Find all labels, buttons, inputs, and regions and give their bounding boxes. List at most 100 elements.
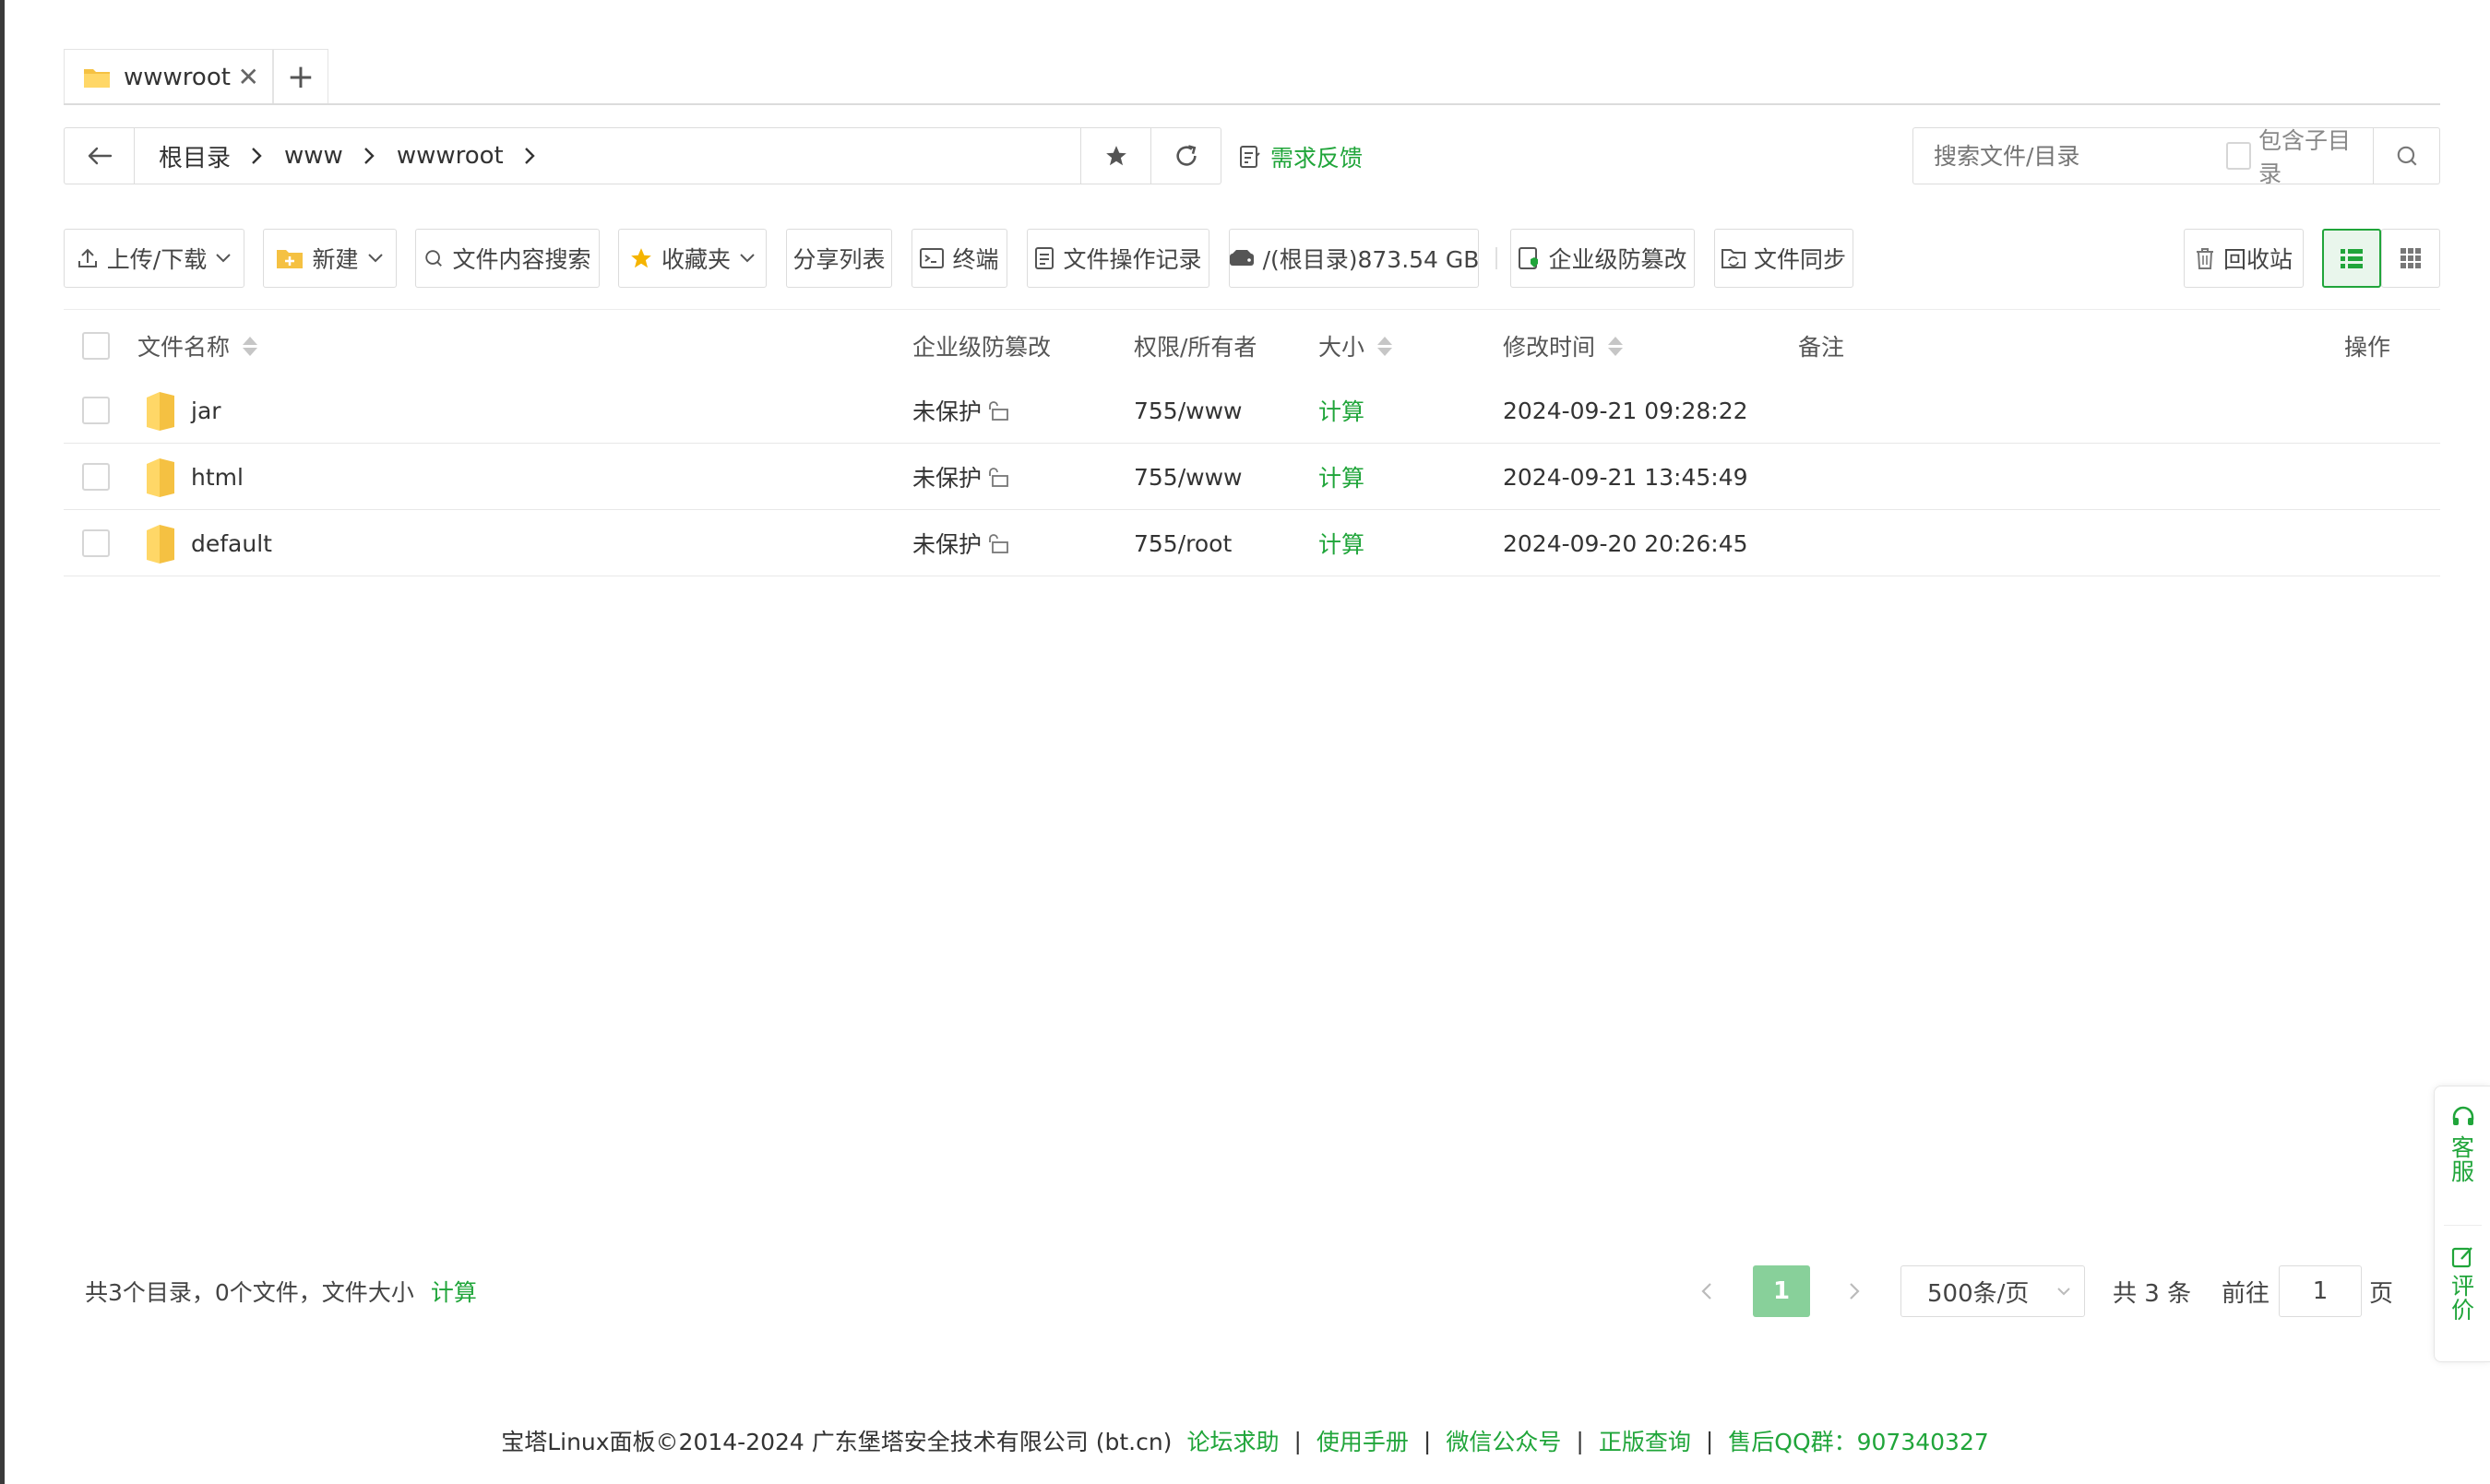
recycle-bin-button[interactable]: 回收站 [2184,229,2304,288]
column-size-label: 大小 [1318,334,1365,361]
page-size-select[interactable]: 500条/页 [1900,1265,2085,1317]
search-input[interactable] [1913,128,2226,184]
table-top-border [64,309,2440,310]
tamper-status[interactable]: 未保护 [912,510,1009,576]
recycle-bin-label: 回收站 [2222,246,2293,273]
file-name[interactable]: default [191,510,272,576]
table-row[interactable]: default 未保护 755/root 计算 2024-09-20 20:26… [64,510,2440,576]
column-header-mtime[interactable]: 修改时间 [1503,327,1624,364]
modified-time: 2024-09-21 09:28:22 [1503,397,1748,424]
upload-download-label: 上传/下载 [106,246,208,273]
new-label: 新建 [312,246,359,273]
file-sync-label: 文件同步 [1753,246,1846,273]
column-header-size[interactable]: 大小 [1318,327,1393,364]
column-operations-label: 操作 [2344,334,2391,361]
license-check-link[interactable]: 正版查询 [1599,1424,1691,1457]
select-all-checkbox[interactable] [82,332,110,360]
disk-label: /(根目录)873.54 GB [1262,246,1480,273]
tab-wwwroot[interactable]: wwwroot ✕ [64,49,273,104]
next-page-button[interactable] [1836,1265,1873,1317]
row-checkbox[interactable] [82,397,110,424]
sort-icon[interactable] [1377,336,1393,356]
share-list-label: 分享列表 [792,246,886,273]
breadcrumb-root[interactable]: 根目录 [144,139,244,173]
table-row[interactable]: jar 未保护 755/www 计算 2024-09-21 09:28:22 [64,377,2440,444]
feedback-link[interactable]: 需求反馈 [1239,138,1363,175]
qq-group-link[interactable]: 售后QQ群：907340327 [1728,1424,1989,1457]
breadcrumb-www[interactable]: www [269,142,356,170]
folder-icon [145,377,176,444]
manual-link[interactable]: 使用手册 [1316,1424,1409,1457]
chevron-right-icon[interactable] [244,146,269,166]
permission-owner[interactable]: 755/www [1134,377,1242,444]
file-sync-button[interactable]: 文件同步 [1714,229,1853,288]
calculate-total-link[interactable]: 计算 [431,1275,477,1308]
terminal-label: 终端 [952,246,999,273]
forum-link[interactable]: 论坛求助 [1186,1424,1279,1457]
favorites-button[interactable]: 收藏夹 [618,229,767,288]
content-search-button[interactable]: 文件内容搜索 [415,229,600,288]
calculate-size-link[interactable]: 计算 [1318,377,1364,444]
tamper-protection-button[interactable]: 企业级防篡改 [1510,229,1695,288]
column-header-name[interactable]: 文件名称 [137,327,258,364]
sort-icon[interactable] [243,336,258,356]
new-folder-icon [277,250,304,268]
breadcrumb-wwwroot[interactable]: wwwroot [382,142,517,170]
new-button[interactable]: 新建 [263,229,397,288]
terminal-button[interactable]: 终端 [911,229,1007,288]
sort-icon[interactable] [1608,336,1624,356]
modified-time: 2024-09-21 13:45:49 [1503,463,1748,491]
table-row[interactable]: html 未保护 755/www 计算 2024-09-21 13:45:49 [64,444,2440,510]
customer-service-button[interactable]: 客 服 [2435,1105,2490,1185]
prev-page-button[interactable] [1688,1265,1725,1317]
column-header-permission: 权限/所有者 [1134,327,1257,364]
row-checkbox[interactable] [82,529,110,557]
operation-log-button[interactable]: 文件操作记录 [1027,229,1209,288]
side-widget-divider [2444,1225,2482,1226]
list-view-button[interactable] [2322,229,2381,288]
total-count: 共 3 条 [2113,1279,2192,1308]
back-button[interactable] [65,128,135,184]
path-bar: 根目录 www wwwroot [64,127,1221,184]
tamper-status[interactable]: 未保护 [912,377,1009,444]
chevron-right-icon[interactable] [356,146,382,166]
search-button[interactable] [2373,128,2439,184]
column-header-operations: 操作 [2344,327,2390,364]
favorite-button[interactable] [1080,128,1150,184]
refresh-button[interactable] [1150,128,1221,184]
content-search-label: 文件内容搜索 [452,246,591,273]
permission-owner[interactable]: 755/www [1134,444,1242,510]
chevron-down-icon [740,254,755,263]
review-label-2: 价 [2450,1297,2474,1324]
file-name[interactable]: jar [191,377,221,444]
sync-folder-icon [1721,249,1745,268]
checkbox[interactable] [2226,142,2251,170]
page-number-current[interactable]: 1 [1753,1265,1810,1317]
folder-icon [145,444,176,510]
row-checkbox[interactable] [82,463,110,491]
close-icon[interactable]: ✕ [238,64,259,90]
grid-view-button[interactable] [2381,229,2440,288]
tamper-status[interactable]: 未保护 [912,444,1009,510]
calculate-size-link[interactable]: 计算 [1318,510,1364,576]
wechat-link[interactable]: 微信公众号 [1446,1424,1561,1457]
tab-divider [64,103,2440,105]
star-icon [631,248,651,268]
disk-button[interactable]: /(根目录)873.54 GB [1229,229,1479,288]
summary-text: 共3个目录，0个文件，文件大小 [85,1279,414,1306]
goto-page-input[interactable]: 1 [2279,1265,2362,1317]
window-edge [0,0,5,1484]
chevron-right-icon[interactable] [517,146,542,166]
file-name[interactable]: html [191,444,244,510]
tamper-protection-label: 企业级防篡改 [1548,246,1687,273]
share-list-button[interactable]: 分享列表 [786,229,892,288]
calculate-size-link[interactable]: 计算 [1318,444,1364,510]
tamper-status-label: 未保护 [912,398,983,425]
page-size-value: 500条/页 [1927,1279,2030,1308]
permission-owner[interactable]: 755/root [1134,510,1232,576]
add-tab-button[interactable]: + [273,49,328,104]
include-subdir-checkbox[interactable]: 包含子目录 [2226,123,2360,189]
column-tamper-label: 企业级防篡改 [912,334,1052,361]
upload-download-button[interactable]: 上传/下载 [64,229,244,288]
review-button[interactable]: 评 价 [2435,1245,2490,1324]
